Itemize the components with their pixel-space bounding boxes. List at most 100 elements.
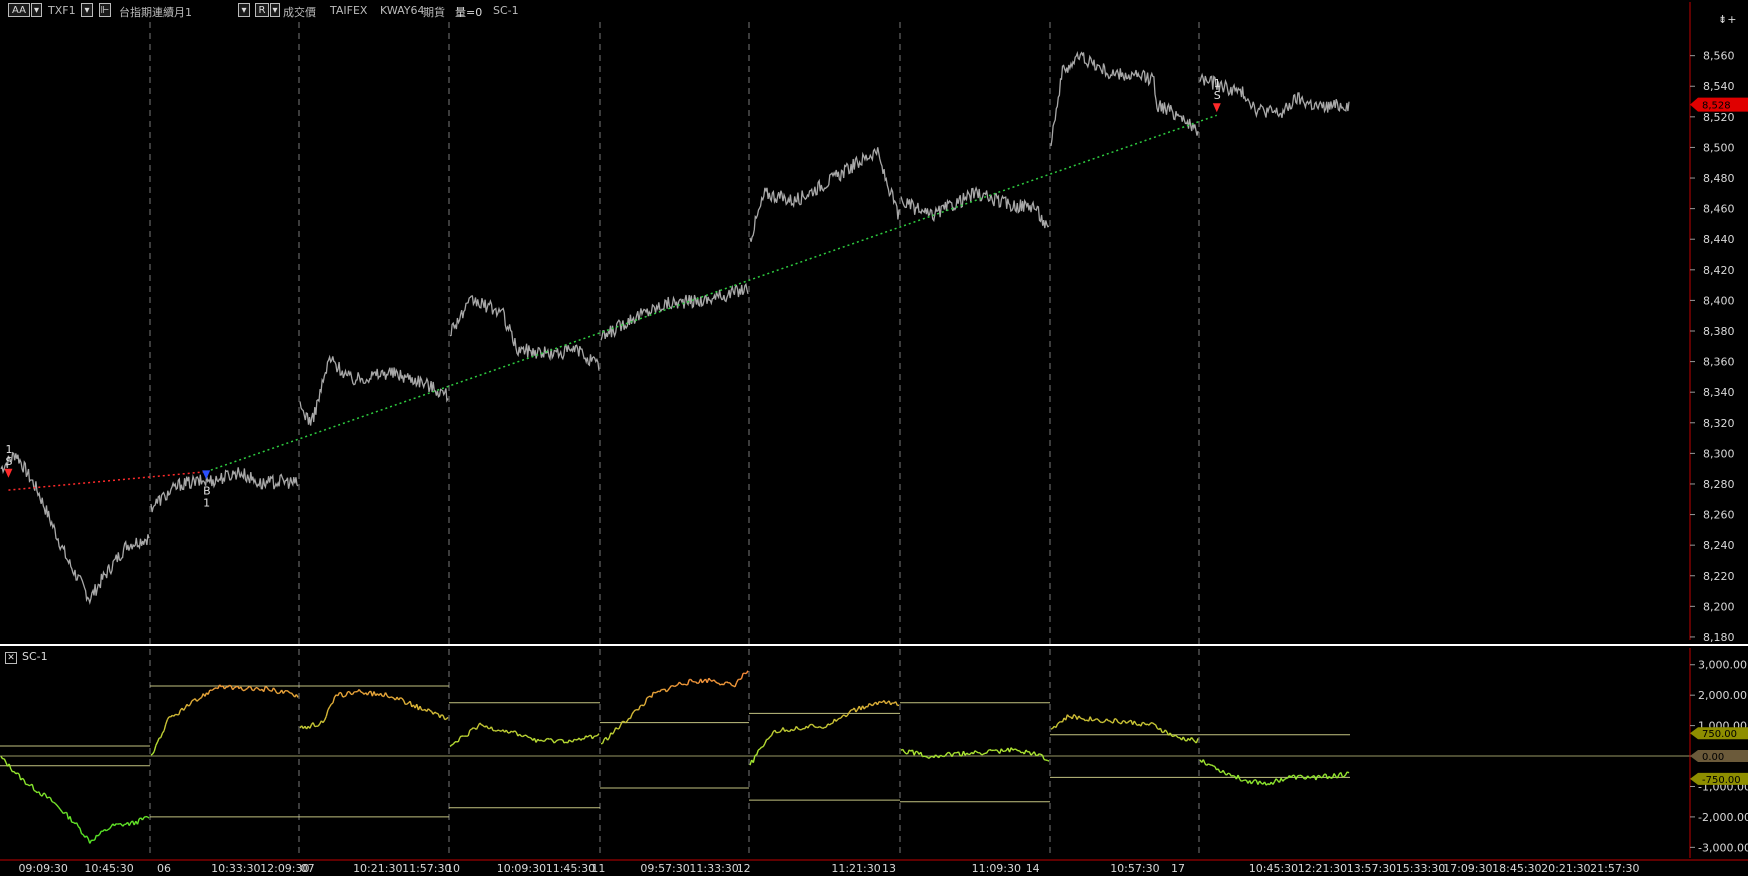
indicator-series-segment	[608, 732, 612, 739]
indicator-series-segment	[1164, 729, 1168, 733]
indicator-series-segment	[366, 691, 370, 696]
indicator-series-segment	[601, 738, 605, 744]
indicator-series-segment	[1176, 735, 1179, 739]
interval-label: KWAY64	[380, 4, 425, 17]
trading-chart[interactable]: 8,180 8,200 8,220 8,240 8,260 8,280 8,300 8,320…	[0, 0, 1748, 876]
indicator-series-segment	[1133, 720, 1137, 725]
indicator-series-segment	[995, 749, 999, 752]
indicator-label: SC-1	[493, 4, 519, 17]
price-tick-label: 8,440	[1703, 233, 1735, 246]
price-tick-label: 8,360	[1703, 356, 1735, 369]
indicator-series-segment	[734, 682, 738, 688]
indicator-series-segment	[402, 700, 406, 705]
indicator-series-segment	[770, 731, 774, 736]
indicator-series-segment	[540, 739, 544, 742]
chevron-down-icon[interactable]: ▾	[31, 3, 42, 17]
indicator-series-segment	[128, 822, 132, 826]
indicator-series-segment	[1012, 748, 1015, 751]
indicator-series-segment	[152, 750, 155, 755]
indicator-series-segment	[1114, 717, 1117, 720]
indicator-series-segment	[550, 738, 554, 742]
indicator-series-segment	[156, 737, 160, 743]
indicator-series-segment	[197, 698, 201, 701]
indicator-series-segment	[1295, 775, 1299, 780]
indicator-series-segment	[837, 717, 840, 720]
trade-marker-sell	[4, 468, 13, 478]
indicator-series-segment	[944, 752, 948, 756]
indicator-series-segment	[718, 682, 721, 686]
indicator-series-segment	[1112, 718, 1116, 724]
trade-side-label: S	[5, 455, 12, 468]
indicator-series-segment	[348, 691, 352, 695]
indicator-series-segment	[529, 736, 532, 739]
chevron-down-icon[interactable]: ▾	[238, 3, 250, 17]
indicator-series-segment	[713, 679, 716, 683]
indicator-tick-label: 2,000.00	[1698, 689, 1747, 702]
indicator-series-segment	[290, 692, 294, 696]
indicator-series-segment	[1093, 718, 1096, 722]
indicator-series-segment	[191, 699, 194, 702]
indicator-series-segment	[1182, 736, 1186, 741]
close-panel-button[interactable]: ✕	[5, 652, 17, 664]
time-axis-label: 10	[446, 862, 460, 875]
indicator-series-segment	[444, 718, 447, 721]
indicator-series-segment	[352, 691, 355, 695]
indicator-series-segment	[183, 707, 186, 711]
indicator-series-segment	[1242, 779, 1245, 782]
indicator-series-segment	[1018, 750, 1022, 754]
indicator-series-segment	[76, 822, 79, 827]
price-tick-label: 8,540	[1703, 80, 1735, 93]
trend-line-2	[205, 114, 1218, 473]
indicator-series-segment	[153, 745, 157, 752]
indicator-series-segment	[282, 690, 286, 694]
indicator-series-segment	[141, 816, 145, 821]
chevron-down-icon[interactable]: ▾	[81, 3, 93, 17]
time-axis-label: 14	[1026, 862, 1040, 875]
indicator-series-segment	[800, 728, 804, 731]
r-button[interactable]: R	[255, 3, 269, 17]
indicator-series-segment	[481, 724, 484, 727]
indicator-series-segment	[155, 741, 159, 746]
time-axis-label: 15:33:30	[1396, 862, 1445, 875]
indicator-series-segment	[674, 685, 677, 688]
indicator-series-segment	[400, 697, 403, 699]
indicator-series-segment	[979, 752, 983, 756]
indicator-series-segment	[982, 752, 986, 755]
indicator-series-segment	[107, 828, 110, 831]
indicator-series-segment	[409, 701, 413, 708]
price-tick-label: 8,320	[1703, 417, 1735, 430]
indicator-series-segment	[1058, 720, 1062, 723]
indicator-series-segment	[122, 823, 125, 827]
font-size-button[interactable]: AA	[8, 3, 30, 17]
indicator-series-segment	[13, 771, 17, 775]
indicator-series-segment	[755, 749, 759, 756]
indicator-series-segment	[38, 791, 42, 796]
time-axis-label: 21:57:30	[1590, 862, 1639, 875]
indicator-series-segment	[1159, 727, 1163, 733]
time-axis-label: 20:21:30	[1541, 862, 1590, 875]
indicator-series-segment	[379, 692, 383, 697]
indicator-series-segment	[1102, 720, 1106, 723]
symbol-code[interactable]: TXF1	[48, 4, 76, 17]
chevron-down-icon[interactable]: ▾	[270, 3, 280, 17]
indicator-series-segment	[325, 709, 329, 717]
time-axis-label: 07	[301, 862, 315, 875]
time-axis-label: 18:45:30	[1492, 862, 1541, 875]
indicator-series-segment	[539, 739, 542, 742]
window-corner-icon[interactable]: ⇟+	[1718, 13, 1736, 26]
indicator-series-segment	[925, 755, 928, 758]
indicator-series-segment	[272, 687, 276, 691]
indicator-series-segment	[547, 737, 550, 740]
indicator-series-segment	[266, 686, 270, 691]
indicator-series-segment	[449, 744, 453, 747]
indicator-series-segment	[989, 748, 992, 752]
indicator-series-segment	[99, 830, 102, 835]
bar-chart-icon[interactable]: ⊩	[99, 3, 111, 17]
indicator-series-segment	[146, 816, 150, 819]
indicator-series-segment	[1030, 753, 1034, 756]
indicator-series-segment	[690, 679, 694, 683]
indicator-series-segment	[522, 734, 525, 738]
indicator-series-segment	[358, 689, 362, 693]
indicator-series-segment	[333, 694, 337, 698]
indicator-tick-label: -2,000.00	[1698, 811, 1748, 824]
